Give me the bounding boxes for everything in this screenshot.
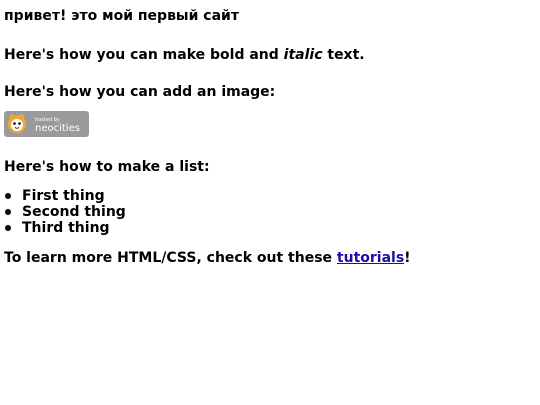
page: привет! это мой первый сайт Here's how y… [0, 0, 540, 267]
italic-text: italic [283, 47, 323, 63]
bold-italic-paragraph: Here's how you can make bold and italic … [4, 47, 536, 64]
bullet-icon [4, 220, 22, 236]
neocities-cat-icon [8, 113, 26, 133]
neocities-badge[interactable]: hosted by neocities [4, 111, 89, 137]
learn-text-end: ! [404, 250, 411, 266]
list-item: First thing [4, 188, 536, 204]
image-paragraph: Here's how you can add an image: [4, 84, 276, 100]
list-paragraph: Here's how to make a list: [4, 159, 210, 175]
list-item-label: Third thing [22, 220, 110, 236]
list-item: Second thing [4, 204, 536, 220]
learn-paragraph: To learn more HTML/CSS, check out these … [4, 250, 536, 267]
bold-text: Here's how you can make bold and [4, 47, 284, 63]
bullet-icon [4, 188, 22, 204]
badge-brand-text: neocities [35, 123, 80, 134]
list-item-label: First thing [22, 188, 105, 204]
tutorials-link[interactable]: tutorials [337, 250, 404, 266]
page-title: привет! это мой первый сайт [4, 8, 239, 24]
list-item: Third thing [4, 220, 536, 236]
bullet-icon [4, 204, 22, 220]
item-list: First thing Second thing Third thing [4, 188, 536, 236]
list-item-label: Second thing [22, 204, 126, 220]
learn-text: To learn more HTML/CSS, check out these [4, 250, 337, 266]
bold-text-end: text. [322, 47, 365, 63]
